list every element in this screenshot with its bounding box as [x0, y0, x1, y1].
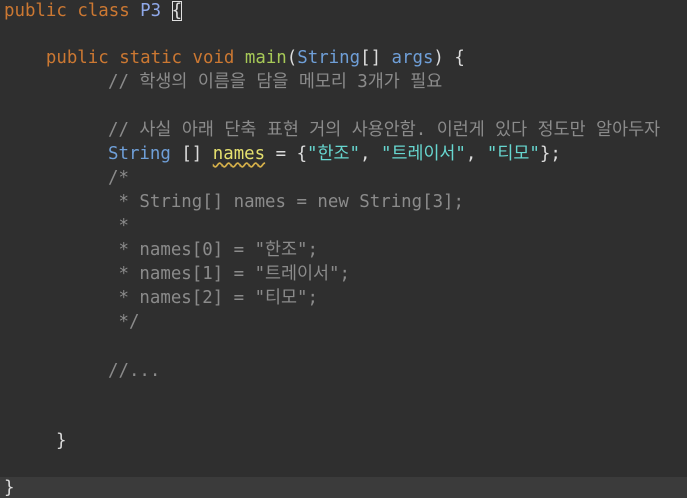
string-literal: "트레이서" [380, 144, 466, 164]
open-brace: { [296, 144, 308, 164]
variable-name: names [212, 144, 266, 164]
keyword: class [77, 1, 130, 21]
comma: , [360, 144, 371, 164]
keyword: void [192, 48, 235, 68]
string-literal: "한조" [307, 144, 360, 164]
code-line-3[interactable]: public static void main(String[] args) { [4, 46, 465, 70]
param-name: args [391, 48, 434, 68]
block-comment-line[interactable]: /* [108, 166, 129, 190]
equals-sign: = [275, 144, 287, 164]
method-close-brace[interactable]: } [56, 429, 66, 453]
type-name: String [108, 144, 171, 164]
code-comment[interactable]: // 학생의 이름을 담을 메모리 3개가 필요 [108, 70, 442, 94]
block-comment-line[interactable]: * names[1] = "트레이서"; [108, 262, 350, 286]
block-comment-line[interactable]: * names[2] = "티모"; [108, 286, 318, 310]
close-paren: ) [433, 48, 444, 68]
code-line-1[interactable]: public class P3 { [4, 0, 183, 23]
string-literal: "티모" [486, 144, 540, 164]
type-name: String [297, 48, 361, 68]
code-comment[interactable]: //... [108, 359, 160, 383]
keyword: public [4, 1, 67, 21]
class-close-brace[interactable]: } [4, 476, 14, 498]
open-brace: { [454, 48, 465, 68]
array-brackets: [] [181, 144, 203, 164]
code-comment[interactable]: // 사실 아래 단축 표현 거의 사용안함. 이런게 있다 정도만 알아두자 [108, 118, 660, 142]
block-comment-line[interactable]: * String[] names = new String[3]; [108, 190, 464, 214]
block-comment-line[interactable]: * names[0] = "한조"; [108, 238, 318, 262]
method-name: main [244, 48, 287, 68]
close-brace-semicolon: }; [539, 144, 561, 164]
array-brackets: [] [360, 48, 382, 68]
code-line-array-declaration[interactable]: String [] names = {"한조", "트레이서", "티모"}; [108, 142, 561, 166]
keyword: public [45, 48, 109, 68]
block-comment-line[interactable]: * [108, 214, 128, 238]
open-paren: ( [286, 48, 298, 68]
block-comment-line[interactable]: */ [108, 310, 139, 334]
code-editor[interactable]: public class P3 { public static void mai… [0, 0, 687, 498]
comma: , [465, 144, 477, 164]
class-name: P3 [140, 1, 162, 21]
matched-brace: { [171, 1, 183, 21]
current-line-highlight [0, 477, 687, 498]
keyword: static [119, 48, 183, 68]
